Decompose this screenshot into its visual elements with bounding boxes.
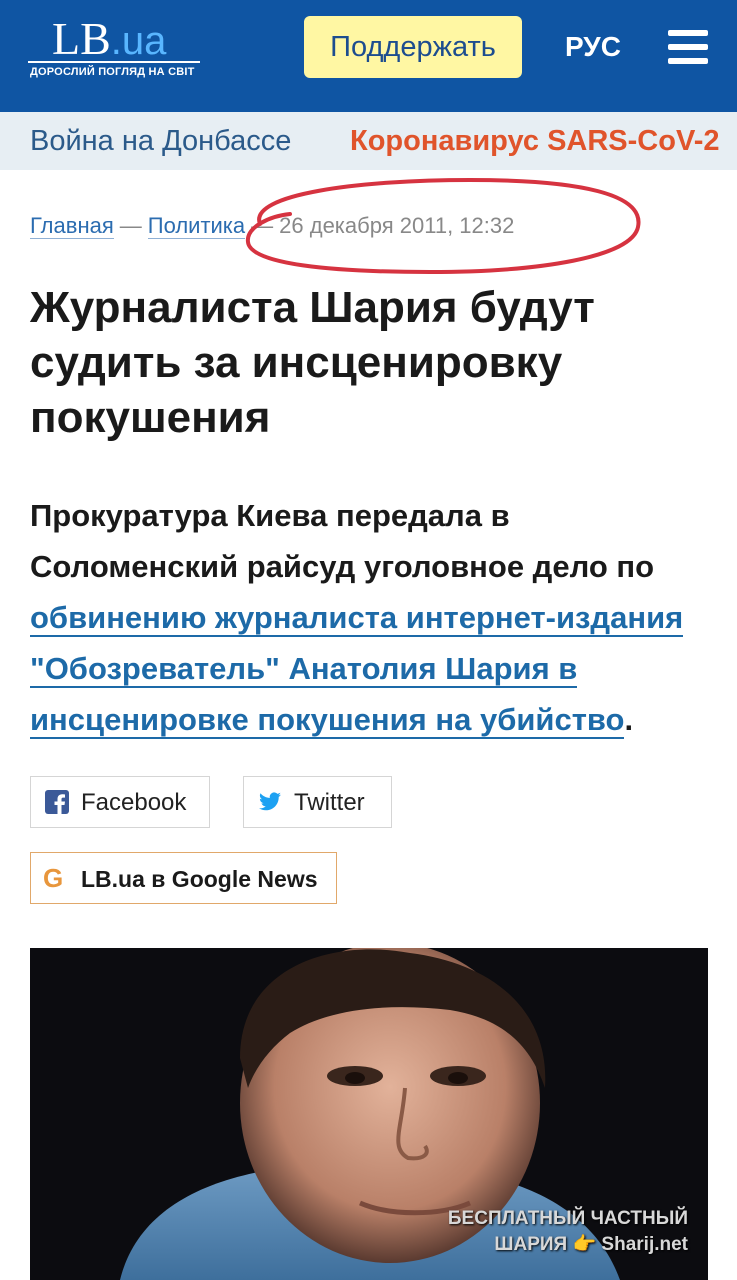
topic-donbass[interactable]: Война на Донбассе <box>30 125 291 158</box>
breadcrumb-separator: — <box>251 213 274 238</box>
topics-bar: Война на Донбассе Коронавирус SARS-CoV-2 <box>0 112 737 170</box>
language-switch[interactable]: РУС <box>565 28 621 66</box>
google-icon: G <box>43 863 64 893</box>
breadcrumb-home[interactable]: Главная <box>30 213 114 239</box>
topic-coronavirus[interactable]: Коронавирус SARS-CoV-2 <box>350 125 719 158</box>
logo-text: LB.ua <box>52 13 167 64</box>
article-title: Журналиста Шария будут судить за инсцени… <box>30 283 595 442</box>
twitter-label: Twitter <box>294 789 365 816</box>
logo-underline <box>28 61 200 63</box>
breadcrumb-section[interactable]: Политика <box>147 213 246 239</box>
support-button[interactable]: Поддержать <box>304 16 522 78</box>
facebook-label: Facebook <box>81 789 187 816</box>
watermark: БЕСПЛАТНЫЙ ЧАСТНЫЙ ШАРИЯ 👉 Sharij.net <box>447 1208 688 1255</box>
logo-tagline: ДОРОСЛИЙ ПОГЛЯД НА СВІТ <box>30 66 195 78</box>
google-news-label: LB.ua в Google News <box>81 866 318 892</box>
facebook-share-button[interactable]: Facebook <box>30 776 210 828</box>
breadcrumb-separator: — <box>119 213 142 238</box>
twitter-share-button[interactable]: Twitter <box>243 776 392 828</box>
hamburger-icon[interactable] <box>668 30 708 64</box>
site-logo[interactable]: LB.ua ДОРОСЛИЙ ПОГЛЯД НА СВІТ <box>28 14 218 84</box>
breadcrumb: Главная — Политика —26 декабря 2011, 12:32 <box>30 213 514 239</box>
twitter-icon <box>259 792 281 811</box>
google-news-button[interactable]: G LB.ua в Google News <box>30 852 337 904</box>
site-header: LB.ua ДОРОСЛИЙ ПОГЛЯД НА СВІТ Поддержать… <box>0 0 737 112</box>
article-photo: БЕСПЛАТНЫЙ ЧАСТНЫЙ ШАРИЯ 👉 Sharij.net <box>30 948 708 1280</box>
facebook-icon <box>45 790 69 814</box>
publish-date: 26 декабря 2011, 12:32 <box>279 213 515 238</box>
lead-link[interactable]: обвинению журналиста интернет-издания "О… <box>30 600 684 739</box>
article-lead: Прокуратура Киева передала в Соломенский… <box>30 498 684 739</box>
